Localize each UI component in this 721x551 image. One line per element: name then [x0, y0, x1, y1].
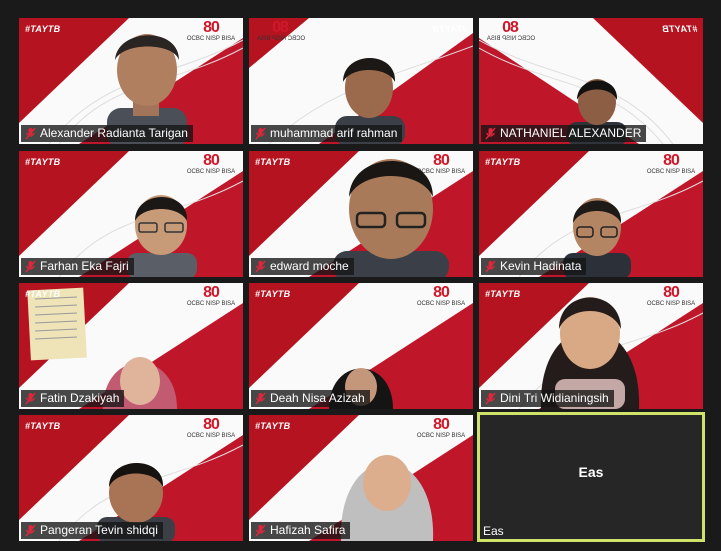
- participant-name: Dini Tri Widianingsih: [500, 391, 609, 405]
- participant-name-tag: muhammad arif rahman: [251, 125, 403, 142]
- participant-name: NATHANIEL ALEXANDER: [500, 126, 642, 140]
- participant-name-tag: Hafizah Safira: [251, 522, 351, 539]
- participant-name-tag: NATHANIEL ALEXANDER: [481, 125, 647, 142]
- logo-number: 80: [433, 284, 450, 301]
- hashtag-text: #TAYTB: [485, 157, 521, 167]
- participant-display-name: Eas: [578, 464, 604, 480]
- hashtag-text: #TAYTB: [25, 289, 61, 299]
- ocbc-logo: 80 OCBC NISP BISA: [483, 19, 539, 43]
- muted-mic-icon: [485, 260, 496, 273]
- logo-number: 80: [203, 416, 220, 433]
- logo-text: OCBC NISP BISA: [186, 169, 236, 175]
- participant-name-tag: Dini Tri Widianingsih: [481, 390, 614, 407]
- logo-number: 80: [663, 284, 680, 301]
- ocbc-logo: 80 OCBC NISP BISA: [253, 19, 309, 43]
- hashtag-text: #TAYTB: [255, 289, 291, 299]
- participant-name: Hafizah Safira: [270, 523, 346, 537]
- logo-text: OCBC NISP BISA: [186, 433, 236, 439]
- logo-text: OCBC NISP BISA: [486, 36, 536, 42]
- logo-number: 80: [503, 19, 519, 36]
- participant-tile[interactable]: #TAYTB 80 OCBC NISP BISA Farhan Eka Fajr…: [19, 151, 243, 277]
- logo-number: 80: [273, 19, 289, 36]
- participant-tile[interactable]: #TAYTB 80 OCBC NISP BISA edward moche: [249, 151, 473, 277]
- muted-mic-icon: [25, 392, 36, 405]
- hashtag-text: #TAYTB: [485, 289, 521, 299]
- logo-text: OCBC NISP BISA: [256, 36, 306, 42]
- ocbc-logo: 80 OCBC NISP BISA: [183, 153, 239, 176]
- participant-tile[interactable]: #TAYTB 80 OCBC NISP BISA muhammad arif r…: [249, 18, 473, 144]
- muted-mic-icon: [255, 260, 266, 273]
- ocbc-logo: 80 OCBC NISP BISA: [183, 285, 239, 308]
- participant-name: Kevin Hadinata: [500, 259, 582, 273]
- participant-name: edward moche: [270, 259, 349, 273]
- participant-tile[interactable]: #TAYTB 80 OCBC NISP BISA Kevin Hadinata: [479, 151, 703, 277]
- participant-video: [340, 455, 434, 541]
- participant-name-tag: Fatin Dzakiyah: [21, 390, 125, 407]
- hashtag-text: #TAYTB: [25, 421, 61, 431]
- logo-number: 80: [203, 284, 220, 301]
- muted-mic-icon: [485, 127, 496, 140]
- video-grid: #TAYTB 80 OCBC NISP BISA Alexander Radia…: [0, 0, 721, 551]
- participant-name-tag: Deah Nisa Azizah: [251, 390, 370, 407]
- muted-mic-icon: [25, 524, 36, 537]
- ocbc-logo: 80 OCBC NISP BISA: [643, 153, 699, 176]
- hashtag-text: #TAYTB: [255, 421, 291, 431]
- ocbc-logo: 80 OCBC NISP BISA: [413, 285, 469, 308]
- logo-number: 80: [663, 152, 680, 169]
- ocbc-logo: 80 OCBC NISP BISA: [643, 285, 699, 308]
- logo-text: OCBC NISP BISA: [186, 301, 236, 307]
- hashtag-text: #TAYTB: [25, 157, 61, 167]
- logo-text: OCBC NISP BISA: [416, 301, 466, 307]
- muted-mic-icon: [25, 260, 36, 273]
- hashtag-text: #TAYTB: [661, 24, 697, 34]
- logo-number: 80: [203, 152, 220, 169]
- muted-mic-icon: [485, 392, 496, 405]
- participant-tile[interactable]: #TAYTB 80 OCBC NISP BISA NATHANIEL ALEXA…: [479, 18, 703, 144]
- muted-mic-icon: [255, 127, 266, 140]
- muted-mic-icon: [25, 127, 36, 140]
- logo-text: OCBC NISP BISA: [646, 301, 696, 307]
- logo-text: OCBC NISP BISA: [646, 169, 696, 175]
- participant-tile[interactable]: #TAYTB 80 OCBC NISP BISA Alexander Radia…: [19, 18, 243, 144]
- hashtag-text: #TAYTB: [25, 24, 61, 34]
- hashtag-text: #TAYTB: [431, 24, 467, 34]
- hashtag-text: #TAYTB: [255, 157, 291, 167]
- participant-name-tag: Kevin Hadinata: [481, 258, 587, 275]
- participant-name: Pangeran Tevin shidqi: [40, 523, 158, 537]
- participant-name: muhammad arif rahman: [270, 126, 398, 140]
- participant-name: Alexander Radianta Tarigan: [40, 126, 188, 140]
- participant-tile[interactable]: #TAYTB 80 OCBC NISP BISA Deah Nisa Aziza…: [249, 283, 473, 409]
- participant-tile[interactable]: #TAYTB 80 OCBC NISP BISA Dini Tri Widian…: [479, 283, 703, 409]
- muted-mic-icon: [255, 524, 266, 537]
- participant-tile[interactable]: #TAYTB 80 OCBC NISP BISA Fatin Dzakiyah: [19, 283, 243, 409]
- muted-mic-icon: [255, 392, 266, 405]
- participant-name-tag: edward moche: [251, 258, 354, 275]
- participant-tile[interactable]: #TAYTB 80 OCBC NISP BISA Hafizah Safira: [249, 415, 473, 541]
- ocbc-logo: 80 OCBC NISP BISA: [183, 417, 239, 440]
- participant-name: Fatin Dzakiyah: [40, 391, 120, 405]
- participant-name-tag: Farhan Eka Fajri: [21, 258, 134, 275]
- participant-name-tag: Pangeran Tevin shidqi: [21, 522, 163, 539]
- participant-name: Eas: [483, 524, 504, 538]
- participant-name: Farhan Eka Fajri: [40, 259, 129, 273]
- participant-tile[interactable]: #TAYTB 80 OCBC NISP BISA Pangeran Tevin …: [19, 415, 243, 541]
- participant-name-tag: Alexander Radianta Tarigan: [21, 125, 193, 142]
- participant-tile-video-off[interactable]: Eas Eas: [477, 412, 705, 542]
- participant-name: Deah Nisa Azizah: [270, 391, 365, 405]
